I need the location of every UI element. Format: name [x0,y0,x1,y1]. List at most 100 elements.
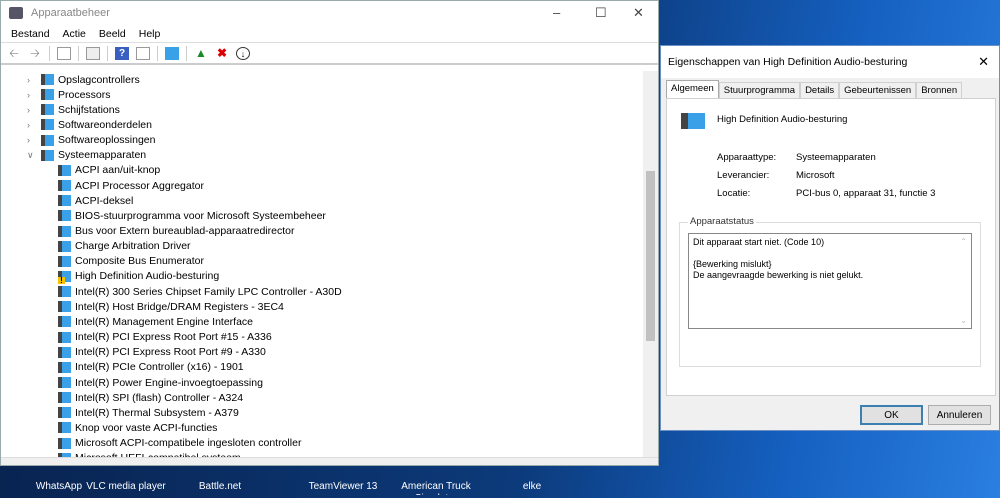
tree-item-label: ACPI-deksel [75,194,134,207]
tree-item-label: Schijfstations [58,103,120,116]
tree-item[interactable]: ACPI-deksel [58,193,133,208]
chevron-right-icon[interactable]: › [27,90,30,100]
scroll-up-icon[interactable]: ⌃ [960,236,967,247]
tree-item[interactable]: Microsoft ACPI-compatibele ingesloten co… [58,436,301,451]
tab-strip: Algemeen Stuurprogramma Details Gebeurte… [666,80,963,98]
tree-item-label: Knop voor vaste ACPI-functies [75,421,218,434]
desktop-icon-battlenet[interactable]: Battle.net [180,481,260,493]
desktop-icon-vlc[interactable]: VLC media player [86,481,166,493]
tree-item[interactable]: › Schijfstations [27,102,120,117]
uninstall-icon[interactable]: ✖ [215,46,229,60]
status-bar [1,457,658,465]
forward-icon[interactable]: 🡢 [28,46,42,60]
tab-bronnen[interactable]: Bronnen [916,82,963,98]
device-icon [58,422,71,434]
tree-item[interactable]: Knop voor vaste ACPI-functies [58,420,217,435]
download-icon[interactable]: ↓ [236,46,250,60]
tree-item-label: Intel(R) 300 Series Chipset Family LPC C… [75,285,342,298]
chevron-right-icon[interactable]: › [27,135,30,145]
menu-help[interactable]: Help [139,28,161,40]
update-driver-icon[interactable]: ▲ [194,46,208,60]
maximize-button[interactable]: ☐ [595,5,607,21]
desktop-icon-american-truck[interactable]: American Truck Simulator [396,481,476,495]
tree-item[interactable]: Intel(R) Power Engine-invoegtoepassing [58,375,263,390]
toolbar: 🡠 🡢 ? ▲ ✖ ↓ [1,43,658,65]
tree-item[interactable]: BIOS-stuurprogramma voor Microsoft Syste… [58,208,326,223]
tree-item[interactable]: › Opslagcontrollers [27,72,140,87]
tree-item[interactable]: › Softwareonderdelen [27,117,152,132]
device-icon [58,331,71,343]
show-hide-console-tree-icon[interactable] [57,46,71,60]
device-icon [58,286,71,298]
device-icon [58,361,71,373]
action-pane-icon[interactable] [136,46,150,60]
tree-item-label: Intel(R) PCI Express Root Port #15 - A33… [75,331,272,344]
tree-item[interactable]: Composite Bus Enumerator [58,254,204,269]
tree-item[interactable]: ACPI Processor Aggregator [58,178,204,193]
status-line: {Bewerking mislukt} [693,259,772,269]
tree-item[interactable]: Intel(R) Thermal Subsystem - A379 [58,405,239,420]
tab-details[interactable]: Details [800,82,840,98]
desktop-icon-elke[interactable]: elke [492,481,572,493]
tree-item-label: Intel(R) Power Engine-invoegtoepassing [75,376,263,389]
device-icon [58,180,71,192]
tree-item[interactable]: › Softwareoplossingen [27,133,155,148]
device-icon [41,104,54,116]
tab-gebeurtenissen[interactable]: Gebeurtenissen [839,82,917,98]
menu-beeld[interactable]: Beeld [99,28,126,40]
scroll-down-icon[interactable]: ⌄ [960,315,967,326]
tab-stuurprogramma[interactable]: Stuurprogramma [718,82,801,98]
chevron-down-icon[interactable]: ∨ [27,150,34,161]
back-icon[interactable]: 🡠 [7,46,21,60]
tab-algemeen[interactable]: Algemeen [666,80,719,98]
device-icon [41,74,54,85]
tree-item[interactable]: Intel(R) 300 Series Chipset Family LPC C… [58,284,342,299]
tree-item[interactable]: Intel(R) PCI Express Root Port #9 - A330 [58,345,266,360]
tree-item[interactable]: › Processors [27,87,111,102]
device-icon [58,437,71,449]
chevron-right-icon[interactable]: › [27,120,30,130]
device-tree: › Opslagcontrollers › Processors › Schijfstat… [1,71,643,459]
field-value: Microsoft [796,170,835,181]
device-icon [58,316,71,328]
tree-item[interactable]: Intel(R) Management Engine Interface [58,314,253,329]
ok-button[interactable]: OK [860,405,923,425]
dialog-title: Eigenschappen van High Definition Audio-… [668,56,908,68]
minimize-button[interactable]: – [553,5,560,20]
device-icon [58,407,71,419]
menu-actie[interactable]: Actie [63,28,86,40]
tree-item-label: High Definition Audio-besturing [75,270,220,283]
dialog-close-button[interactable]: ✕ [978,54,989,70]
tree-item-label: Intel(R) Thermal Subsystem - A379 [75,406,239,419]
device-icon [41,119,54,131]
status-line: De aangevraagde bewerking is niet gelukt… [693,270,864,280]
tree-item-label: Intel(R) Host Bridge/DRAM Registers - 3E… [75,300,284,313]
tree-item[interactable]: Charge Arbitration Driver [58,239,191,254]
vertical-scrollbar[interactable] [643,71,658,459]
device-status-textbox[interactable]: Dit apparaat start niet. (Code 10) {Bewe… [688,233,972,329]
device-icon [58,392,71,404]
tree-item[interactable]: Intel(R) PCIe Controller (x16) - 1901 [58,360,244,375]
tree-item[interactable]: Intel(R) SPI (flash) Controller - A324 [58,390,243,405]
menu-bestand[interactable]: Bestand [11,28,50,40]
scrollbar-thumb[interactable] [646,171,655,341]
window-title: Apparaatbeheer [31,7,110,19]
properties-icon[interactable] [86,46,100,60]
tree-item-label: Microsoft ACPI-compatibele ingesloten co… [75,437,302,450]
tree-item[interactable]: ACPI aan/uit-knop [58,163,160,178]
desktop-icon-teamviewer[interactable]: TeamViewer 13 [303,481,383,493]
scan-hardware-icon[interactable] [165,46,179,60]
general-tab-panel: High Definition Audio-besturing Apparaat… [666,98,996,396]
cancel-button[interactable]: Annuleren [928,405,991,425]
tree-item[interactable]: ∨ Systeemapparaten [27,148,147,163]
tree-item[interactable]: High Definition Audio-besturing [58,269,219,284]
help-icon[interactable]: ? [115,46,129,60]
chevron-right-icon[interactable]: › [27,105,30,115]
tree-item-label: Systeemapparaten [58,149,147,162]
close-button[interactable]: ✕ [633,5,644,21]
chevron-right-icon[interactable]: › [27,75,30,85]
tree-item[interactable]: Intel(R) PCI Express Root Port #15 - A33… [58,330,272,345]
tree-item[interactable]: Intel(R) Host Bridge/DRAM Registers - 3E… [58,299,284,314]
tree-item-label: ACPI aan/uit-knop [75,164,161,177]
tree-item[interactable]: Bus voor Extern bureaublad-apparaatredir… [58,224,294,239]
